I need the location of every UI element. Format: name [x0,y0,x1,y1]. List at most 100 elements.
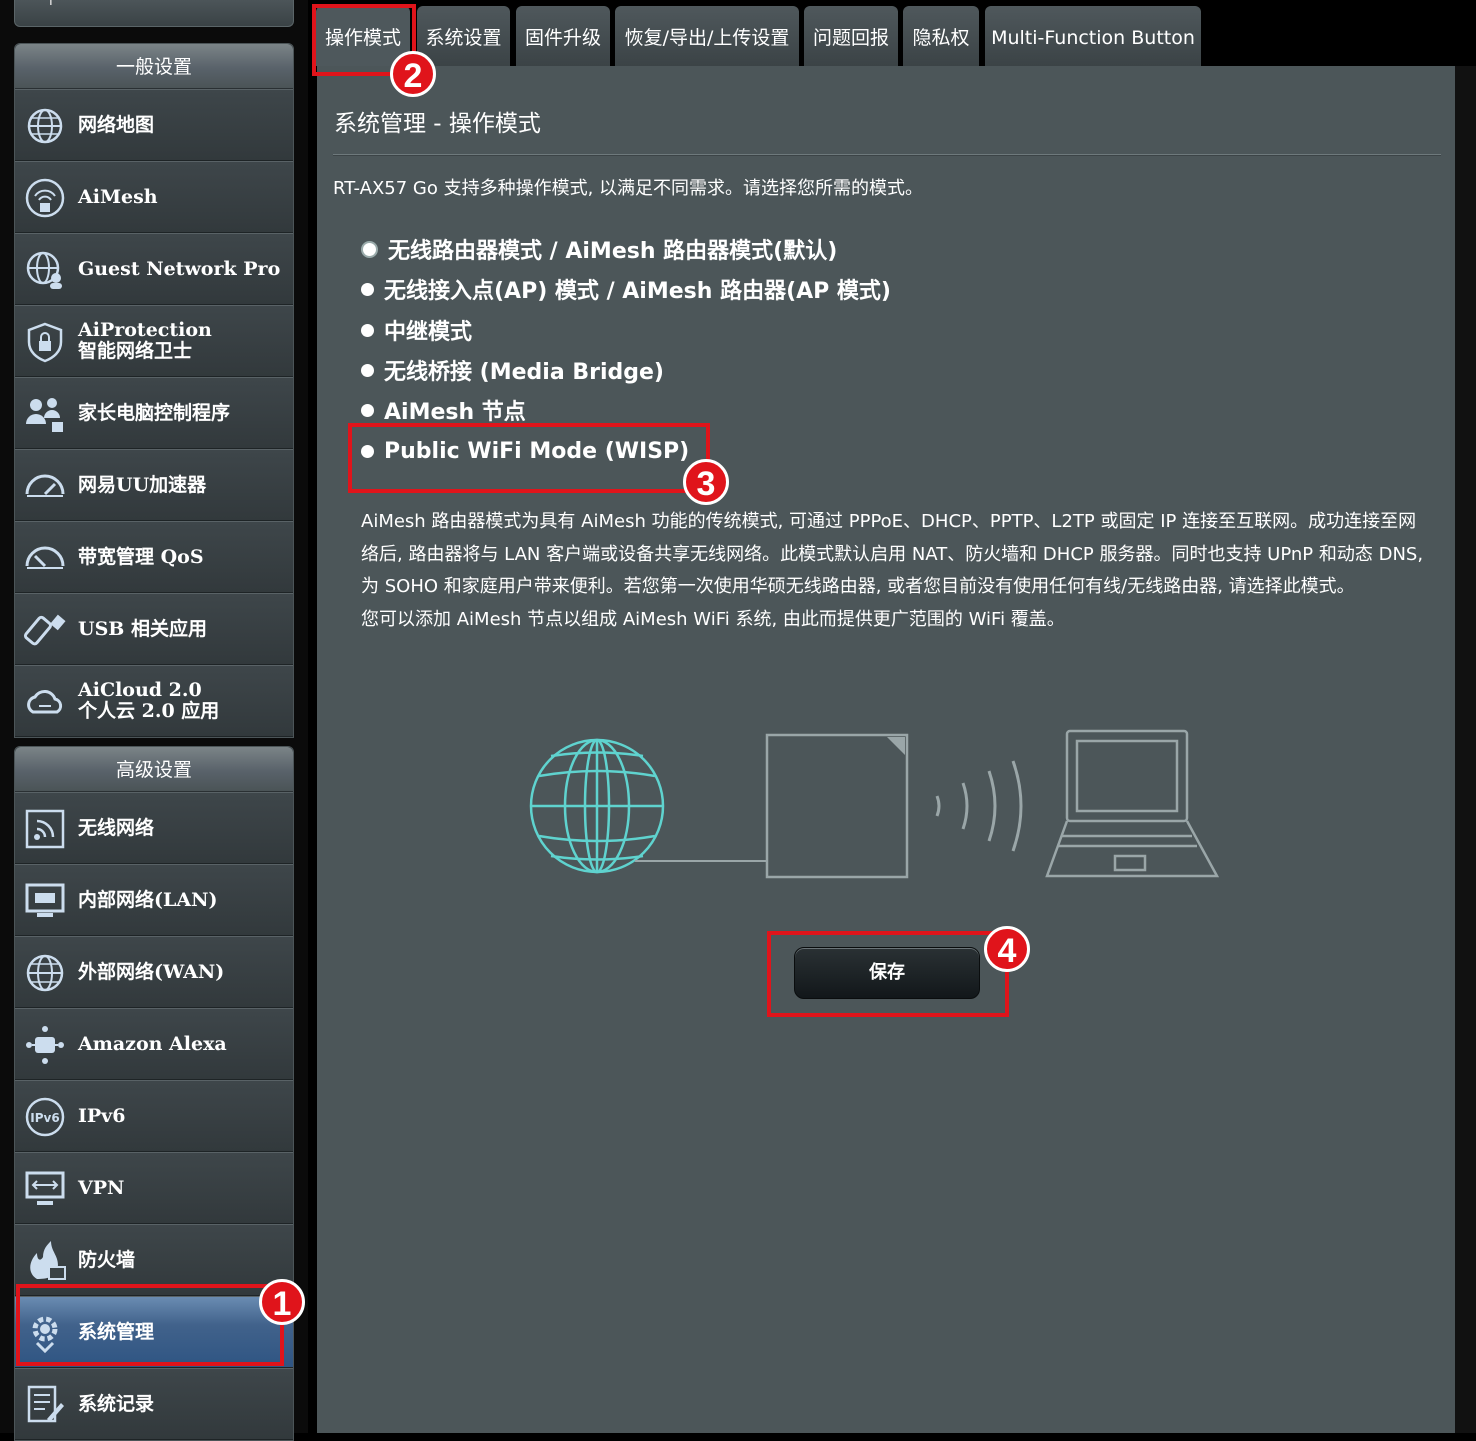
main-panel: 系统管理 - 操作模式 RT-AX57 Go 支持多种操作模式, 以满足不同需求… [317,66,1455,1433]
firewall-icon [30,1241,66,1280]
sidebar-item-network-map[interactable]: 网络地图 [15,89,293,161]
mode-option-label: 无线路由器模式 / AiMesh 路由器模式(默认) [388,239,838,264]
step-badge-2: 2 [390,51,436,97]
wifi-signal-icon [935,760,1023,852]
sidebar-item-label: 带宽管理 QoS [78,545,204,568]
sidebar-item-label: AiMesh [78,185,158,208]
sidebar-item-vpn[interactable]: VPN [15,1152,293,1224]
sidebar-item-label: 网易UU加速器 [78,473,207,496]
wan-globe-icon [26,954,64,992]
ipv6-icon: IPv6 [25,1097,65,1137]
globe-network-icon [27,108,63,144]
wireless-icon [25,809,65,849]
mode-option-media-bridge[interactable]: 无线桥接 (Media Bridge) [361,355,664,385]
svg-text:IPv6: IPv6 [30,1111,59,1125]
usb-icon [23,614,66,646]
sidebar-item-uu-accelerator[interactable]: 网易UU加速器 [15,449,293,521]
system-log-icon [27,1385,64,1423]
highlight-box-administration [16,1284,284,1366]
sidebar-item-wan[interactable]: 外部网络(WAN) [15,936,293,1008]
sidebar-item-guest-network[interactable]: Guest Network Pro [15,233,293,305]
mode-option-access-point[interactable]: 无线接入点(AP) 模式 / AiMesh 路由器(AP 模式) [361,274,891,304]
page-title: 系统管理 - 操作模式 [334,111,541,137]
sidebar-item-aimesh[interactable]: AiMesh [15,161,293,233]
radio-button[interactable] [361,282,374,296]
mode-option-aimesh-node[interactable]: AiMesh 节点 [361,395,526,425]
sidebar-item-wireless[interactable]: 无线网络 [15,792,293,864]
laptop-icon [1045,729,1220,878]
speedometer-icon [25,474,65,497]
sidebar-item-label: 系统记录 [78,1392,155,1415]
sidebar-item-aiprotection[interactable]: AiProtection 智能网络卫士 [15,305,293,377]
mode-option-label: AiMesh 节点 [384,400,526,425]
step-badge-4: 4 [984,926,1030,972]
tab-system-settings[interactable]: 系统设置 [417,6,510,66]
sidebar-item-qos[interactable]: 带宽管理 QoS [15,521,293,593]
sidebar-item-label: VPN [78,1176,125,1199]
sidebar-item-label: Guest Network Pro [78,257,281,280]
search-icon: ⚲ [45,0,63,7]
radio-button[interactable] [361,363,374,377]
guest-network-icon [26,251,62,289]
internet-globe-icon [529,738,665,874]
sidebar-item-label: 防火墙 [78,1248,136,1271]
sidebar-item-label: IPv6 [78,1104,126,1127]
tab-feedback[interactable]: 问题回报 [804,6,898,66]
sidebar-item-usb[interactable]: USB 相关应用 [15,593,293,665]
gauge-icon [25,546,65,569]
sidebar-item-system-log[interactable]: 系统记录 [15,1368,293,1440]
sidebar-item-parental-control[interactable]: 家长电脑控制程序 [15,377,293,449]
tab-privacy[interactable]: 隐私权 [903,6,979,66]
network-illustration [529,729,1220,879]
sidebar-item-sublabel: 智能网络卫士 [78,340,193,362]
radio-button[interactable] [361,323,374,337]
sidebar-item-alexa[interactable]: Amazon Alexa [15,1008,293,1080]
intro-text: RT-AX57 Go 支持多种操作模式, 以满足不同需求。请选择您所需的模式。 [333,178,924,199]
general-settings-group: 一般设置 网络地图 AiMesh Guest Network Pro AiPro… [14,43,294,738]
mode-option-wireless-router[interactable]: 无线路由器模式 / AiMesh 路由器模式(默认) [361,234,837,264]
sidebar-item-sublabel: 个人云 2.0 应用 [78,700,220,722]
shield-lock-icon [27,322,63,363]
highlight-box-wisp-option [348,423,710,493]
mode-option-label: 中继模式 [384,320,473,345]
sidebar-item-label: 外部网络(WAN) [78,960,225,983]
right-edge [1455,66,1476,1433]
sidebar-item-ipv6[interactable]: IPv6 IPv6 [15,1080,293,1152]
sidebar-item-label: USB 相关应用 [78,617,207,640]
tab-restore-save-upload[interactable]: 恢复/导出/上传设置 [615,6,799,66]
radio-button-selected[interactable] [361,240,378,258]
tab-firmware-upgrade[interactable]: 固件升级 [516,6,610,66]
highlight-box-save-button [767,931,1009,1017]
sidebar-item-label: 家长电脑控制程序 [78,401,231,424]
sidebar-item-label: Amazon Alexa [78,1032,227,1055]
sidebar-item-label: 无线网络 [78,816,155,839]
step-badge-1: 1 [259,1279,305,1325]
sidebar-item-lan[interactable]: 内部网络(LAN) [15,864,293,936]
sidebar-item-aicloud[interactable]: AiCloud 2.0 个人云 2.0 应用 [15,665,293,737]
sidebar-top-stub[interactable]: ⚲ [14,0,294,27]
aimesh-icon [25,178,65,218]
tab-multi-function-button[interactable]: Multi-Function Button [985,6,1201,66]
router-icon [765,733,909,879]
sidebar-item-label: 内部网络(LAN) [78,888,218,911]
advanced-settings-header: 高级设置 [15,747,293,792]
lan-icon [25,883,65,917]
title-divider [333,154,1441,156]
vpn-icon [25,1171,65,1205]
parental-control-icon [26,398,63,432]
mode-description-paragraph: 您可以添加 AiMesh 节点以组成 AiMesh WiFi 系统, 由此而提供… [361,608,1065,630]
mode-description: AiMesh 路由器模式为具有 AiMesh 功能的传统模式, 可通过 PPPo… [361,506,1431,636]
mode-description-paragraph: AiMesh 路由器模式为具有 AiMesh 功能的传统模式, 可通过 PPPo… [361,511,1424,597]
alexa-icon [26,1026,64,1064]
radio-button[interactable] [361,403,374,417]
general-settings-header: 一般设置 [15,44,293,89]
mode-option-label: 无线桥接 (Media Bridge) [384,360,664,385]
cloud-icon [27,690,63,714]
mode-option-label: 无线接入点(AP) 模式 / AiMesh 路由器(AP 模式) [384,279,891,304]
step-badge-3: 3 [683,459,729,505]
sidebar-item-label: AiProtection [78,319,212,341]
sidebar: ⚲ 一般设置 网络地图 AiMesh Guest Network Pro AiP… [0,0,308,1441]
mode-option-repeater[interactable]: 中继模式 [361,315,472,345]
sidebar-item-label: AiCloud 2.0 [78,679,202,701]
sidebar-item-label: 网络地图 [78,113,155,136]
